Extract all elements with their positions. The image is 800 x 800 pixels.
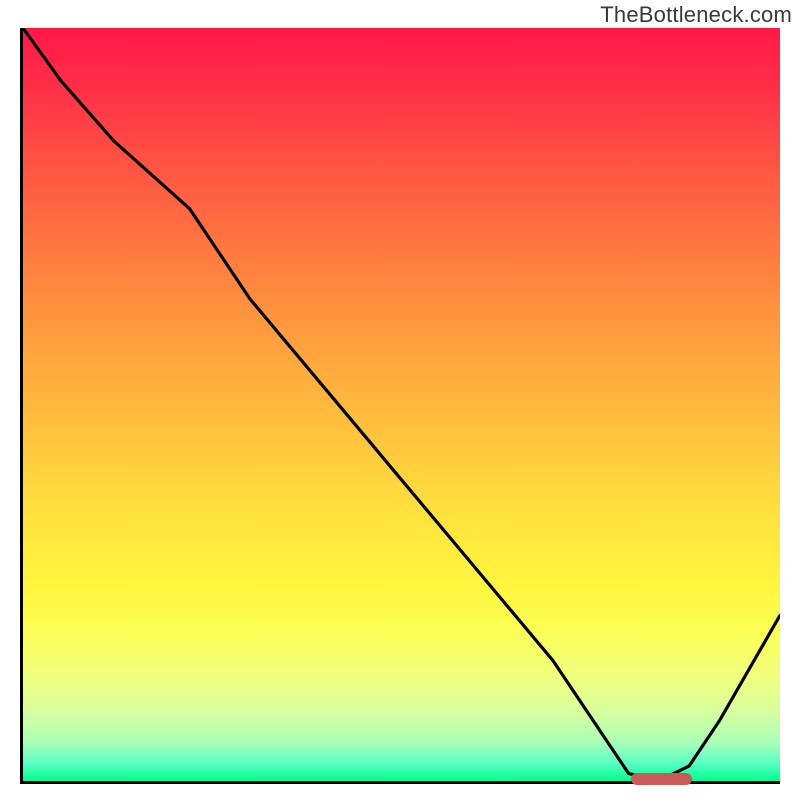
optimal-marker [631, 773, 692, 785]
line-curve [23, 28, 780, 781]
attribution-text: TheBottleneck.com [600, 2, 792, 28]
plot-area [20, 28, 780, 784]
chart-container: TheBottleneck.com [0, 0, 800, 800]
